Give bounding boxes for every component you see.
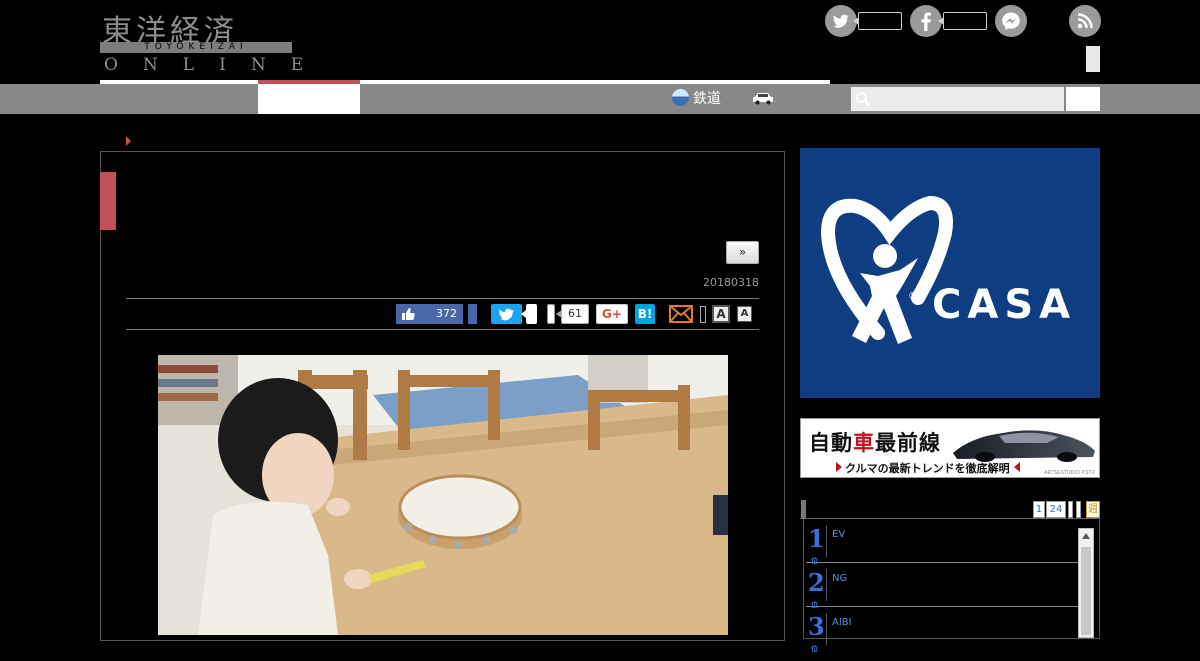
casa-reg-mark: ®: [908, 291, 918, 302]
car-icon[interactable]: [752, 91, 774, 105]
share-count: 61: [556, 304, 589, 324]
search-icon: [856, 92, 871, 107]
rank-number: 2位: [808, 568, 825, 610]
twitter-bird-icon: [499, 308, 514, 321]
messenger-icon[interactable]: [995, 5, 1027, 37]
ranking-item-3[interactable]: 3位 AIBI: [806, 607, 1078, 654]
breadcrumb-arrow-icon: [126, 136, 131, 146]
rank-title: AIBI: [832, 617, 852, 628]
font-size-divider: [700, 306, 706, 323]
ranking-tab-3[interactable]: [1068, 501, 1073, 518]
casa-wordmark: CASA: [932, 282, 1077, 328]
mail-icon[interactable]: [669, 305, 693, 323]
site-logo[interactable]: 東洋経済 TOYOKEIZAI ONLINE: [100, 6, 303, 75]
hatena-bookmark-button[interactable]: B!: [635, 304, 655, 324]
rss-icon[interactable]: [1069, 5, 1101, 37]
rss-feed-icon: [1077, 13, 1093, 29]
tweet-count: [521, 304, 537, 324]
train-icon: [672, 89, 689, 106]
rank-number: 3位: [808, 612, 825, 654]
search-input[interactable]: [851, 87, 1064, 111]
banner-credit: ARTS&STUDIO P.STX: [1044, 470, 1095, 476]
facebook-like-button[interactable]: 372: [396, 304, 463, 324]
twitter-count: [853, 12, 902, 30]
banner-auto-title: 自動車最前線: [809, 431, 941, 455]
scroll-thumb[interactable]: [1081, 547, 1091, 635]
ranking-marker: [801, 500, 806, 519]
next-page-button[interactable]: »: [726, 241, 759, 264]
tweet-button[interactable]: [491, 304, 522, 324]
ranking-tab-4[interactable]: [1076, 501, 1081, 518]
article-photo: [158, 355, 728, 635]
font-size-large-button[interactable]: A: [712, 305, 730, 323]
sports-car-icon: [953, 430, 1095, 462]
ranking-scrollbar[interactable]: [1078, 528, 1094, 638]
rank-divider: [826, 569, 827, 601]
divider: [126, 329, 759, 330]
nav-item-railway[interactable]: 鉄道: [672, 84, 721, 114]
login-box[interactable]: [1086, 46, 1100, 72]
pocket-button[interactable]: [547, 304, 555, 324]
ad-casa[interactable]: ® CASA: [800, 148, 1100, 398]
ranking-tab-24[interactable]: 24: [1046, 501, 1066, 518]
ranking-item-2[interactable]: 2位 NG: [806, 563, 1078, 610]
banner-auto-subtitle: クルマの最新トレンドを徹底解明: [836, 462, 1020, 475]
rank-divider: [826, 525, 827, 557]
google-plus-button[interactable]: G+: [596, 304, 628, 324]
thumbs-up-icon: [402, 308, 415, 320]
ranking-tab-1[interactable]: 1: [1033, 501, 1045, 518]
nav-tab-active[interactable]: [258, 84, 360, 114]
publish-date: 20180318: [703, 276, 759, 289]
ranking-item-1[interactable]: 1位 EV: [806, 519, 1078, 566]
like-share-button[interactable]: [468, 304, 477, 324]
scroll-up-icon[interactable]: [1082, 533, 1090, 539]
rank-title: NG: [832, 573, 848, 584]
casa-heart-logo-icon: [820, 195, 953, 344]
banner-auto-frontline[interactable]: 自動車最前線 クルマの最新トレンドを徹底解明 ARTS&STUDIO P.STX: [800, 418, 1100, 478]
photo-toddler-tambourine-icon: [158, 355, 728, 635]
divider: [126, 298, 759, 299]
rank-title: EV: [832, 529, 846, 540]
messenger-bubble-icon: [1002, 12, 1020, 30]
logo-online: ONLINE: [104, 55, 329, 75]
rank-number: 1位: [808, 524, 825, 566]
logo-romaji: TOYOKEIZAI: [100, 42, 292, 53]
font-size-small-button[interactable]: A: [737, 306, 752, 322]
facebook-count: [938, 12, 987, 30]
search-button[interactable]: [1066, 87, 1100, 111]
like-count: 372: [436, 307, 457, 320]
nav-item-railway-label: 鉄道: [693, 91, 721, 107]
title-marker: [100, 172, 116, 230]
rank-divider: [826, 613, 827, 645]
ranking-tab-week[interactable]: 週: [1086, 501, 1100, 518]
